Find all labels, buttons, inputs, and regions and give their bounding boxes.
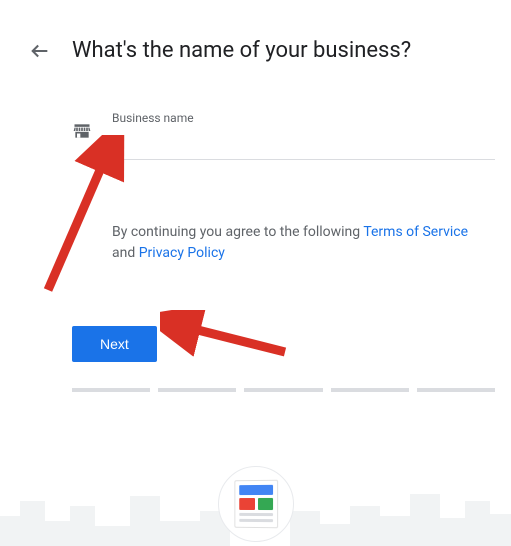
input-label: Business name — [112, 111, 495, 125]
illustration-badge — [218, 466, 294, 542]
progress-step — [72, 388, 150, 392]
progress-step — [417, 388, 495, 392]
agreement-text: By continuing you agree to the following… — [112, 222, 495, 264]
business-name-input[interactable] — [112, 127, 495, 160]
progress-indicator — [72, 388, 495, 392]
progress-step — [158, 388, 236, 392]
back-button[interactable] — [28, 39, 52, 63]
storefront-icon — [72, 121, 92, 141]
next-button[interactable]: Next — [72, 326, 157, 362]
page-title: What's the name of your business? — [72, 38, 411, 63]
terms-link[interactable]: Terms of Service — [363, 224, 468, 240]
progress-step — [331, 388, 409, 392]
progress-step — [244, 388, 322, 392]
privacy-link[interactable]: Privacy Policy — [139, 245, 225, 261]
